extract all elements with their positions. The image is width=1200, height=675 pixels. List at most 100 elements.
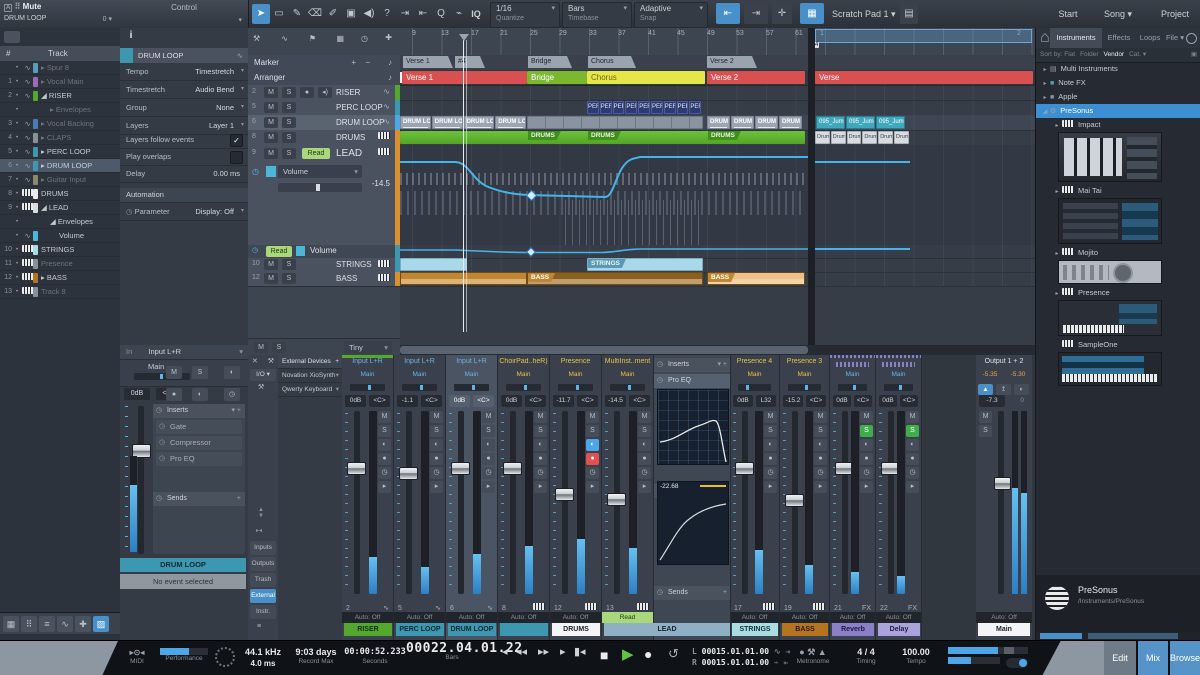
iq-label[interactable]: IQ — [466, 0, 486, 28]
view-icon-4[interactable]: ✚ — [75, 616, 91, 632]
arrange-view[interactable]: 913172125293337414549535761124/4 Verse 1… — [400, 28, 1035, 355]
pan-value[interactable]: <C> — [577, 395, 598, 407]
automation-mode-read[interactable]: Read — [266, 246, 292, 257]
insert-slot[interactable]: Compressor — [156, 436, 242, 450]
delay-row[interactable]: Delay0.00 ms — [120, 165, 248, 183]
audio-clip[interactable]: PERC — [600, 101, 612, 114]
pan-value[interactable]: <C> — [900, 395, 918, 407]
time-signature[interactable]: 4 / 4Timing — [848, 647, 884, 666]
pan-slider[interactable] — [610, 384, 645, 391]
eq-curve-display[interactable] — [657, 389, 729, 465]
track-row[interactable]: 7•∿▸ Guitar Input — [0, 173, 120, 187]
pan-value[interactable]: <C> — [806, 395, 826, 407]
play-overlaps-row[interactable]: Play overlaps — [120, 148, 248, 166]
music-note-icon[interactable]: ♪ — [388, 73, 392, 82]
mute-button[interactable]: M — [166, 366, 182, 379]
mute-button[interactable]: M — [264, 87, 278, 98]
mixer-strip-perc-loop[interactable]: Input L+RMain-1.1<C>MS◐●◷▸5∿Auto: OffPER… — [394, 355, 446, 640]
track-header-perc-loop[interactable]: 5MSPERC LOOP∿ — [248, 100, 400, 116]
pan-value[interactable]: <C> — [369, 395, 390, 407]
return-to-start-button[interactable]: ▮◂ — [574, 645, 586, 658]
solo-button[interactable]: S — [192, 366, 208, 379]
console-bank-trash[interactable]: Trash — [250, 573, 276, 587]
record-arm-button[interactable]: ● — [638, 453, 651, 465]
performance-meter[interactable]: Performance — [158, 648, 210, 663]
fader-track[interactable] — [562, 411, 568, 594]
forward-button[interactable]: ▸▸ — [538, 645, 549, 658]
channel-label[interactable]: RISER — [344, 623, 392, 636]
automation-mode[interactable]: Auto: Off — [550, 612, 601, 623]
fader-cap[interactable] — [347, 462, 366, 475]
autoscroll-right-button[interactable]: ⇥ — [744, 3, 768, 24]
device-thumbnail-presence[interactable] — [1058, 300, 1162, 336]
solo-button[interactable]: S — [282, 148, 296, 159]
record-arm-button[interactable]: ● — [860, 453, 873, 465]
record-arm-button[interactable]: ● — [482, 453, 495, 465]
audio-clip[interactable]: PERC — [587, 101, 599, 114]
device-thumbnail-mojito[interactable] — [1058, 260, 1162, 284]
automation-param-dropdown[interactable]: Volume▾ — [278, 165, 362, 178]
tempo-display[interactable]: 100.00Tempo — [894, 647, 938, 666]
inserts-header[interactable]: Inserts▾ + — [153, 404, 245, 418]
tool-1-icon[interactable]: ▭ — [270, 4, 288, 24]
channel-output[interactable]: Main — [780, 371, 829, 382]
external-device-item[interactable]: Novation XioSynth▾ — [278, 369, 342, 383]
mute-button[interactable]: M — [482, 411, 495, 423]
tree-item-apple[interactable]: ▸■Apple — [1036, 90, 1200, 104]
arranger-section[interactable]: Chorus — [587, 71, 705, 84]
checkbox-checked[interactable]: ✓ — [230, 134, 243, 147]
pan-slider[interactable] — [558, 384, 593, 391]
volume-lane-curve[interactable] — [400, 245, 808, 258]
mute-button[interactable]: M — [264, 117, 278, 128]
channel-output[interactable]: Main — [394, 371, 445, 382]
event-info-box[interactable]: A ⠿ Mute DRUM LOOP 0 ▾ — [0, 0, 121, 28]
music-note-icon[interactable]: ♪ — [388, 58, 392, 67]
expand-icon[interactable]: ▸ — [586, 481, 599, 493]
pan-slider[interactable] — [738, 384, 771, 391]
stop-button[interactable]: ■ — [600, 647, 608, 663]
solo-button[interactable]: S — [906, 425, 919, 437]
channel-input-name[interactable]: Presence — [550, 358, 601, 371]
solo-button[interactable]: S — [282, 132, 296, 143]
instrument-clip[interactable]: BASS — [707, 272, 805, 285]
clock-icon[interactable]: ◷ — [378, 467, 391, 479]
audio-clip[interactable]: DRUM LOC — [755, 116, 778, 129]
gain-value[interactable]: 0dB — [833, 395, 851, 407]
solo-button[interactable]: S — [282, 87, 296, 98]
audio-clip[interactable]: PERC — [689, 101, 701, 114]
audio-clip[interactable]: DRUM LOC — [707, 116, 730, 129]
audio-clip[interactable]: DRUM LOC — [432, 116, 463, 129]
metronome-control[interactable]: ● ⚒ ▲Metronome — [790, 647, 836, 666]
instrument-clip[interactable]: BASS — [527, 272, 703, 285]
pan-slider[interactable] — [350, 384, 385, 391]
fader-track[interactable] — [354, 411, 360, 594]
track-row[interactable]: 3•∿▸ Vocal Backing — [0, 117, 120, 131]
pan-icon[interactable]: ◐ — [378, 439, 391, 451]
mixer-strip-8[interactable]: ChoirPad..heR)Main0dB<C>MS◐●◷▸8Auto: Off — [498, 355, 550, 640]
wrench-icon[interactable]: ⚒ — [268, 357, 274, 365]
solo-button[interactable]: S — [764, 425, 777, 437]
audio-clip[interactable]: DRUM LOC — [464, 116, 495, 129]
monitor-button[interactable]: ◂) — [318, 87, 332, 98]
mute-button[interactable]: M — [814, 411, 827, 423]
mix-view-button[interactable]: Mix — [1138, 641, 1168, 675]
automation-icon[interactable]: ∿ — [281, 34, 288, 43]
track-row[interactable]: 12•▸ BASS — [0, 271, 120, 285]
clock-icon[interactable]: ◷ — [586, 467, 599, 479]
inserts-header[interactable]: Inserts▾ + — [654, 358, 730, 372]
scrollbar-thumb[interactable] — [1040, 633, 1082, 639]
flag-icon[interactable]: ⚑ — [309, 34, 316, 43]
pan-icon[interactable]: ◐ — [764, 439, 777, 451]
audio-clip[interactable]: DRUM LOC — [400, 116, 431, 129]
gain-value[interactable]: -14.5 — [605, 395, 626, 407]
tree-item-multi-instruments[interactable]: ▸▤Multi Instruments — [1036, 62, 1200, 76]
console-bank-outputs[interactable]: Outputs — [250, 557, 276, 571]
sort-cat[interactable]: Cat. ▾ — [1129, 51, 1146, 58]
quantize-dropdown[interactable]: 1/16 Quantize ▾ — [490, 2, 560, 28]
add-track-icon[interactable]: ✚ — [385, 33, 392, 42]
track-row[interactable]: 4•∿▸ CLAPS — [0, 131, 120, 145]
track-row[interactable]: 5•∿▸ PERC LOOP — [0, 145, 120, 159]
gain-value[interactable]: 0dB — [733, 395, 753, 407]
channel-label[interactable]: DRUM LOOP — [448, 623, 496, 636]
console-bank-external[interactable]: External — [250, 589, 276, 603]
